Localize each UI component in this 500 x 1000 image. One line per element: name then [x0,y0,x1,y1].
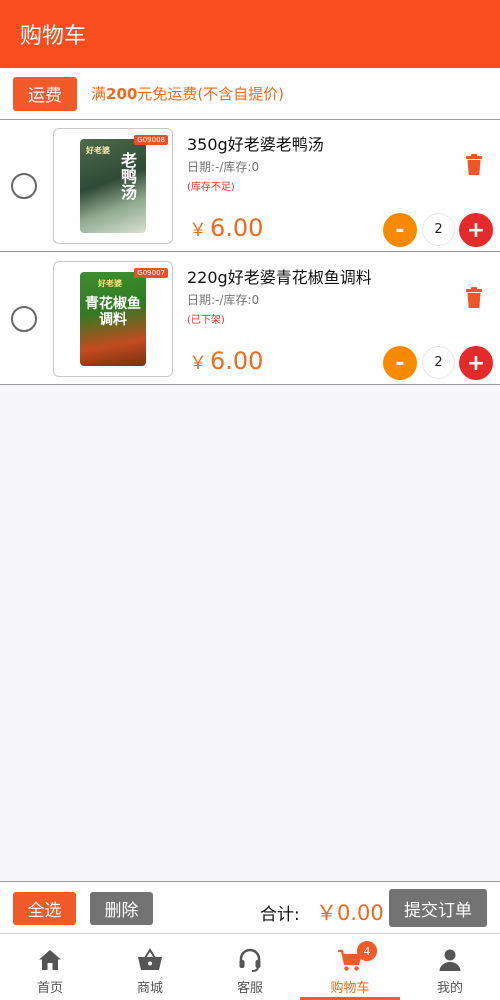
product-brand-text: 好老婆 [98,279,122,288]
cart-item: 好老婆 老鸭汤 G09008 350g好老婆老鸭汤 日期:-/库存:0 (库存不… [0,120,500,252]
quantity-value[interactable]: 2 [422,346,455,379]
product-name[interactable]: 220g好老婆青花椒鱼调料 [187,264,372,288]
shipping-prefix: 满 [91,85,107,103]
shipping-tag: 运费 [13,76,77,111]
tab-label: 客服 [236,981,263,996]
shipping-suffix: 元免运费(不含自提价) [137,85,285,103]
quantity-increase-button[interactable]: + [459,346,493,380]
tab-cart[interactable]: 4 购物车 [300,934,400,1000]
quantity-decrease-button[interactable]: - [383,213,417,247]
product-price: ￥ 6.00 [189,348,263,377]
tab-label: 购物车 [330,981,370,996]
product-package: 好老婆 老鸭汤 [80,139,146,233]
shipping-notice: 运费 满200元免运费(不含自提价) [0,68,500,120]
product-sku-badge: G09008 [134,135,168,145]
trash-icon[interactable] [465,287,483,309]
product-brand-text: 好老婆 [86,146,110,155]
product-package: 好老婆 青花椒鱼调料 [80,272,146,366]
quantity-decrease-button[interactable]: - [383,346,417,380]
shipping-amount: 200 [106,85,138,103]
bottom-tab-bar: 首页 商城 客服 4 购物车 我的 [0,934,500,1000]
product-sku-badge: G09007 [134,268,168,278]
page-title: 购物车 [20,24,87,49]
product-package-text: 老鸭汤 [120,151,137,202]
product-status: (库存不足) [187,182,235,193]
submit-order-button[interactable]: 提交订单 [389,889,487,927]
total-label: 合计: [260,905,300,925]
product-meta: 日期:-/库存:0 [187,160,260,174]
cart-footer-bar: 全选 删除 合计: ￥0.00 提交订单 [0,881,500,934]
app-header: 购物车 [0,0,500,68]
delete-button[interactable]: 删除 [90,892,153,925]
user-icon [439,949,461,971]
tab-home[interactable]: 首页 [0,934,100,1000]
currency-symbol: ￥ [189,220,207,241]
currency-symbol: ￥ [189,353,207,374]
item-select-radio[interactable] [11,173,37,199]
product-price: ￥ 6.00 [189,215,263,244]
select-all-button[interactable]: 全选 [13,892,76,925]
quantity-increase-button[interactable]: + [459,213,493,247]
product-image[interactable]: 好老婆 青花椒鱼调料 G09007 [53,261,173,377]
tab-profile[interactable]: 我的 [400,934,500,1000]
product-package-text: 青花椒鱼调料 [85,296,141,328]
trash-icon[interactable] [465,154,483,176]
cart-item: 好老婆 青花椒鱼调料 G09007 220g好老婆青花椒鱼调料 日期:-/库存:… [0,253,500,385]
price-value: 6.00 [210,214,264,242]
quantity-value[interactable]: 2 [422,213,455,246]
shipping-notice-text: 满200元免运费(不含自提价) [91,83,284,104]
cart-count-badge: 4 [357,941,377,961]
tab-label: 商城 [136,981,163,996]
tab-mall[interactable]: 商城 [100,934,200,1000]
tab-label: 首页 [36,981,63,996]
product-image[interactable]: 好老婆 老鸭汤 G09008 [53,128,173,244]
product-meta: 日期:-/库存:0 [187,293,260,307]
total-value: ￥0.00 [316,901,384,925]
tab-service[interactable]: 客服 [200,934,300,1000]
headset-icon [239,948,261,972]
home-icon [39,950,61,970]
item-select-radio[interactable] [11,306,37,332]
price-value: 6.00 [210,347,264,375]
product-status: (已下架) [187,315,225,326]
tab-label: 我的 [436,981,463,996]
basket-icon [138,948,162,970]
product-name[interactable]: 350g好老婆老鸭汤 [187,131,324,155]
